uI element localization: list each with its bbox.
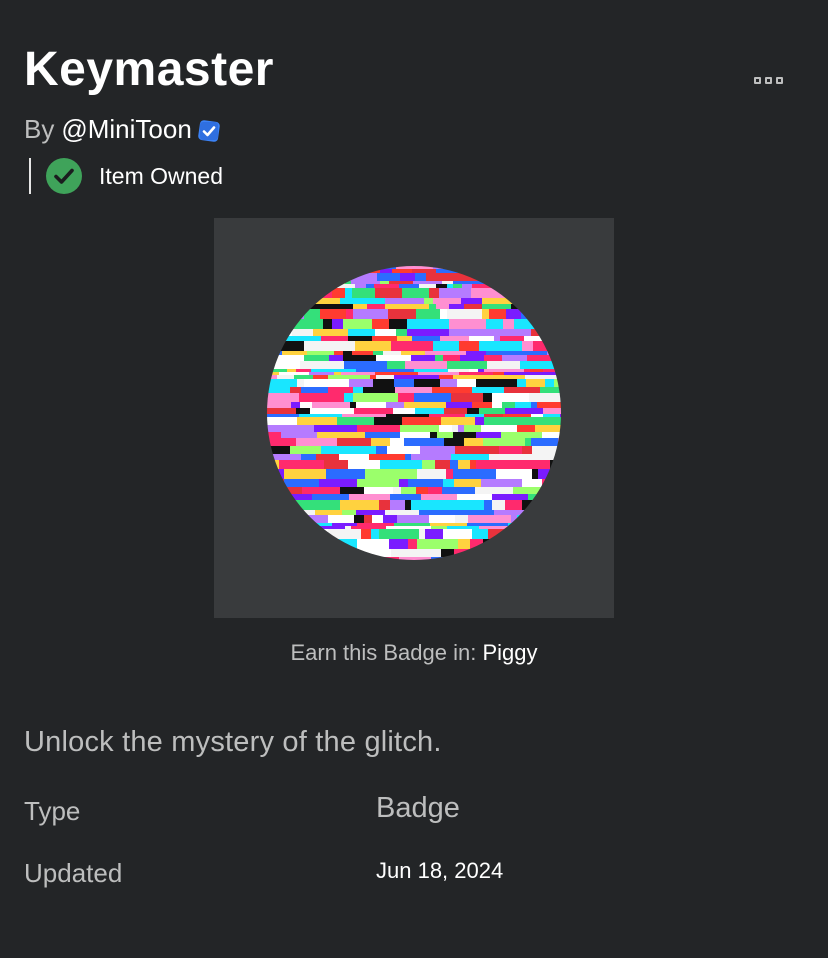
item-title: Keymaster bbox=[24, 43, 274, 96]
check-circle-icon bbox=[46, 158, 82, 194]
item-owned-label: Item Owned bbox=[99, 162, 223, 189]
earn-badge-line: Earn this Badge in: Piggy bbox=[0, 640, 828, 666]
verified-badge-icon bbox=[197, 117, 221, 142]
creator-link[interactable]: @MiniToon bbox=[61, 112, 191, 146]
type-label: Type bbox=[24, 796, 81, 826]
game-link[interactable]: Piggy bbox=[482, 640, 537, 665]
updated-value: Jun 18, 2024 bbox=[376, 858, 504, 883]
creator-line: By @MiniToon bbox=[24, 112, 221, 146]
badge-description: Unlock the mystery of the glitch. bbox=[24, 726, 442, 758]
by-prefix: By bbox=[24, 114, 55, 144]
glitch-badge-image bbox=[267, 266, 561, 560]
updated-label: Updated bbox=[24, 858, 123, 888]
badge-thumbnail bbox=[214, 218, 614, 618]
more-dot bbox=[765, 76, 772, 84]
more-options-button[interactable] bbox=[754, 72, 794, 88]
more-dot bbox=[776, 76, 783, 84]
type-value: Badge bbox=[376, 792, 460, 824]
owned-divider bbox=[29, 158, 31, 194]
more-dot bbox=[754, 76, 761, 84]
earn-prefix: Earn this Badge in: bbox=[290, 640, 477, 665]
item-owned-status: Item Owned bbox=[24, 156, 223, 196]
